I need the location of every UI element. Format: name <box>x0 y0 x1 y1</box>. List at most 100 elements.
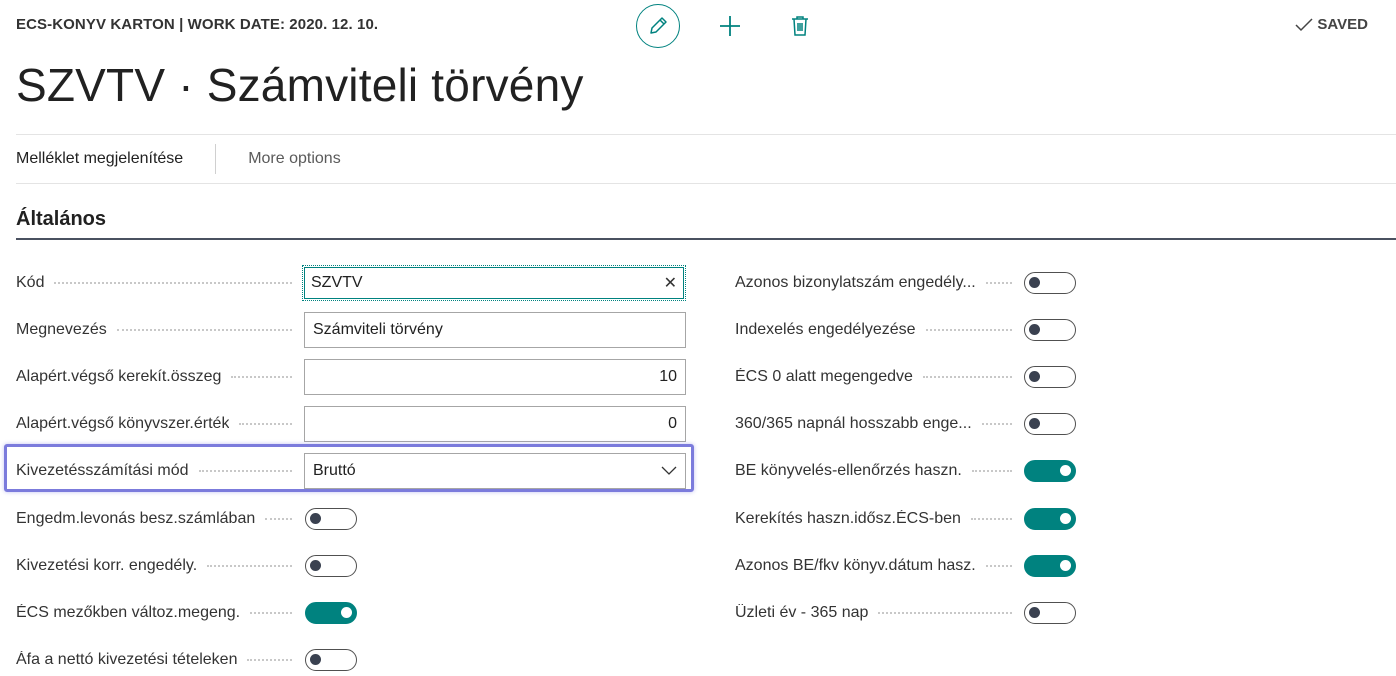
kod-input[interactable]: SZVTV ✕ <box>302 265 686 301</box>
field-label-kerekites: Kerekítés haszn.idősz.ÉCS-ben <box>735 510 961 527</box>
field-row-konyvszer-ertek: Alapért.végső könyvszer.érték <box>16 406 300 442</box>
label-dots <box>922 376 1012 378</box>
azonos-bizonylat-toggle[interactable] <box>1024 272 1076 294</box>
label-dots <box>985 282 1012 284</box>
uzleti-ev-toggle[interactable] <box>1024 602 1076 624</box>
ecs-mezokben-toggle[interactable] <box>305 602 357 624</box>
field-label-uzleti-ev: Üzleti év - 365 nap <box>735 604 869 621</box>
label-dots <box>247 659 292 661</box>
action-divider <box>215 144 217 174</box>
afa-netto-toggle[interactable] <box>305 649 357 671</box>
label-dots <box>981 423 1012 425</box>
kerekit-osszeg-input[interactable]: 10 <box>304 359 686 395</box>
field-label-megnevezes: Megnevezés <box>16 321 107 338</box>
megnevezes-value: Számviteli törvény <box>313 321 443 338</box>
top-action-bar <box>636 4 822 48</box>
toggle-knob <box>1029 324 1040 335</box>
breadcrumb: ECS-KONYV KARTON | WORK DATE: 2020. 12. … <box>16 16 379 33</box>
toggle-knob <box>1029 277 1040 288</box>
field-row-kerekites: Kerekítés haszn.idősz.ÉCS-ben <box>735 501 1020 537</box>
label-dots <box>970 518 1012 520</box>
clear-icon[interactable]: ✕ <box>664 273 677 293</box>
field-label-indexeles: Indexelés engedélyezése <box>735 321 916 338</box>
plus-icon <box>720 16 740 36</box>
label-dots <box>207 565 292 567</box>
field-label-napnal-hosszabb: 360/365 napnál hosszabb enge... <box>735 415 972 432</box>
kivezetesi-korr-toggle[interactable] <box>305 555 357 577</box>
action-bar: Melléklet megjelenítése More options <box>16 134 1396 184</box>
field-row-ecs-0-alatt: ÉCS 0 alatt megengedve <box>735 359 1020 395</box>
saved-status: SAVED <box>1295 16 1368 33</box>
label-dots <box>250 612 292 614</box>
kivezetes-mod-value: Bruttó <box>313 462 356 479</box>
trash-icon <box>792 16 808 36</box>
delete-button[interactable] <box>778 4 822 48</box>
section-title[interactable]: Általános <box>16 208 106 231</box>
chevron-down-icon <box>661 466 677 475</box>
label-dots <box>239 423 292 425</box>
ecs-0-alatt-toggle[interactable] <box>1024 366 1076 388</box>
field-row-engedm-levonas: Engedm.levonás besz.számlában <box>16 501 300 537</box>
field-label-kod: Kód <box>16 274 45 291</box>
label-dots <box>116 329 292 331</box>
field-row-napnal-hosszabb: 360/365 napnál hosszabb enge... <box>735 406 1020 442</box>
kerekites-toggle[interactable] <box>1024 508 1076 530</box>
field-label-kerekit-osszeg: Alapért.végső kerekít.összeg <box>16 368 222 385</box>
edit-button[interactable] <box>636 4 680 48</box>
field-label-azonos-be-fkv: Azonos BE/fkv könyv.dátum hasz. <box>735 557 976 574</box>
toggle-knob <box>1029 371 1040 382</box>
toggle-knob <box>310 654 321 665</box>
toggle-knob <box>1060 513 1071 524</box>
more-options-action[interactable]: More options <box>248 150 341 168</box>
indexeles-toggle[interactable] <box>1024 319 1076 341</box>
toggle-knob <box>310 560 321 571</box>
show-attachment-action[interactable]: Melléklet megjelenítése <box>16 150 183 168</box>
field-label-kivezetes-mod: Kivezetésszámítási mód <box>16 462 189 479</box>
field-row-kivezetesi-korr: Kivezetési korr. engedély. <box>16 548 300 584</box>
label-dots <box>265 518 292 520</box>
label-dots <box>198 470 292 472</box>
field-label-ecs-0-alatt: ÉCS 0 alatt megengedve <box>735 368 913 385</box>
section-divider <box>16 238 1396 240</box>
field-row-indexeles: Indexelés engedélyezése <box>735 312 1020 348</box>
label-dots <box>54 282 292 284</box>
megnevezes-input[interactable]: Számviteli törvény <box>304 312 686 348</box>
label-dots <box>231 376 292 378</box>
field-label-engedm-levonas: Engedm.levonás besz.számlában <box>16 510 256 527</box>
field-row-kerekit-osszeg: Alapért.végső kerekít.összeg <box>16 359 300 395</box>
be-konyveles-toggle[interactable] <box>1024 460 1076 482</box>
field-row-azonos-be-fkv: Azonos BE/fkv könyv.dátum hasz. <box>735 548 1020 584</box>
toggle-knob <box>1060 465 1071 476</box>
field-label-ecs-mezokben: ÉCS mezőkben változ.megeng. <box>16 604 241 621</box>
field-label-kivezetesi-korr: Kivezetési korr. engedély. <box>16 557 198 574</box>
konyvszer-ertek-value: 0 <box>668 415 677 432</box>
field-label-be-konyveles: BE könyvelés-ellenőrzés haszn. <box>735 462 962 479</box>
azonos-be-fkv-toggle[interactable] <box>1024 555 1076 577</box>
field-label-azonos-bizonylat: Azonos bizonylatszám engedély... <box>735 274 976 291</box>
kod-value: SZVTV <box>311 274 363 291</box>
toggle-knob <box>310 513 321 524</box>
label-dots <box>878 612 1012 614</box>
pencil-icon <box>650 17 667 34</box>
field-row-ecs-mezokben: ÉCS mezőkben változ.megeng. <box>16 595 300 631</box>
field-label-afa-netto: Áfa a nettó kivezetési tételeken <box>16 651 238 668</box>
field-row-kod: Kód <box>16 265 300 301</box>
toggle-knob <box>1029 607 1040 618</box>
field-label-konyvszer-ertek: Alapért.végső könyvszer.érték <box>16 415 230 432</box>
saved-label: SAVED <box>1317 16 1368 33</box>
field-row-be-konyveles: BE könyvelés-ellenőrzés haszn. <box>735 453 1020 489</box>
field-row-afa-netto: Áfa a nettó kivezetési tételeken <box>16 642 300 676</box>
checkmark-icon <box>1295 17 1313 31</box>
napnal-hosszabb-toggle[interactable] <box>1024 413 1076 435</box>
toggle-knob <box>1060 560 1071 571</box>
field-row-kivezetes-mod: Kivezetésszámítási mód <box>16 453 300 489</box>
page-title: SZVTV · Számviteli törvény <box>16 59 584 111</box>
label-dots <box>971 470 1012 472</box>
kerekit-osszeg-value: 10 <box>659 368 677 385</box>
toggle-knob <box>341 607 352 618</box>
engedm-levonas-toggle[interactable] <box>305 508 357 530</box>
konyvszer-ertek-input[interactable]: 0 <box>304 406 686 442</box>
label-dots <box>925 329 1012 331</box>
kivezetes-mod-select[interactable]: Bruttó <box>304 453 686 489</box>
new-button[interactable] <box>708 4 752 48</box>
